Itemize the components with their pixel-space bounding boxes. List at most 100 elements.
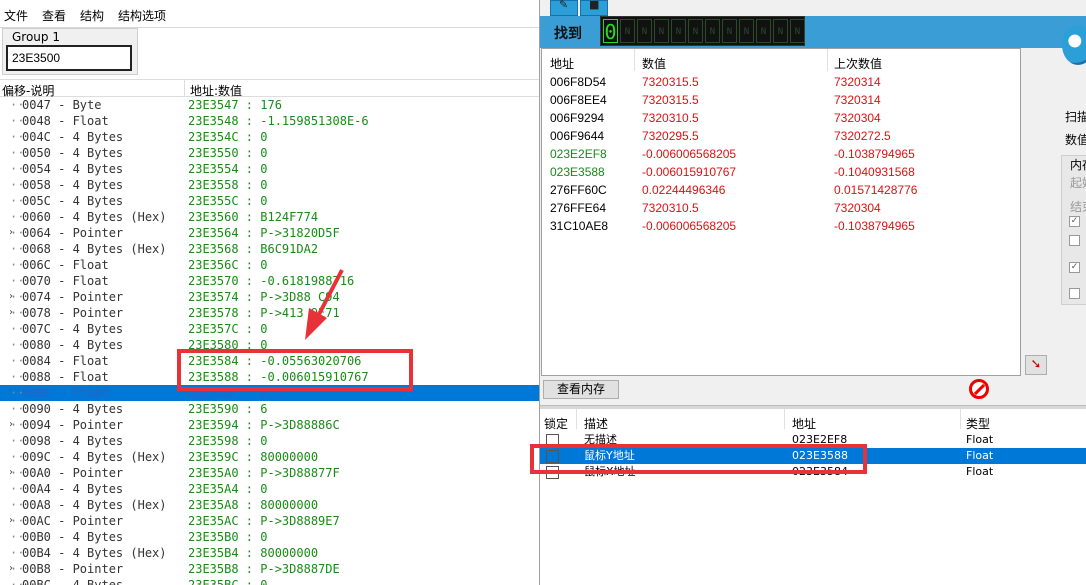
structure-row[interactable]: ·· 0058 - 4 Bytes 23E3558 : 0 (0, 177, 539, 193)
results-column-address[interactable]: 地址 (550, 55, 574, 72)
results-scrollbar[interactable] (1021, 48, 1029, 376)
option-checkbox[interactable] (1069, 288, 1080, 299)
structure-row[interactable]: ·· 0088 - Float 23E3588 : -0.006015910767 (0, 369, 539, 385)
column-divider[interactable] (784, 409, 785, 429)
address-list-row[interactable]: 无描述 023E2EF8 Float (540, 432, 1086, 448)
row-offset-description: 00BC - 4 Bytes (22, 578, 124, 585)
column-divider[interactable] (960, 409, 961, 429)
column-divider[interactable] (634, 49, 635, 71)
option-checkbox[interactable] (1069, 235, 1080, 246)
lock-checkbox[interactable] (546, 466, 559, 479)
address-list-row[interactable]: 鼠标Y地址 023E3588 Float (540, 448, 1086, 464)
structure-row[interactable]: ·· › 00AC - Pointer 23E35AC : P->3D8889E7 (0, 513, 539, 529)
result-previous: 7320272.5 (834, 129, 891, 143)
structure-row[interactable]: ·· › 0078 - Pointer 23E3578 : P->413 9E71 (0, 305, 539, 321)
structure-row[interactable]: ·· › 0064 - Pointer 23E3564 : P->31820D5F (0, 225, 539, 241)
tree-line-icon: ·· (10, 450, 25, 464)
row-offset-description: 008C - Float (22, 386, 109, 400)
results-column-previous[interactable]: 上次数值 (834, 55, 882, 72)
scan-results-list[interactable]: 地址 数值 上次数值 006F8D54 7320315.5 7320314 006F8… (541, 48, 1021, 376)
structure-row[interactable]: ·· 0090 - 4 Bytes 23E3590 : 6 (0, 401, 539, 417)
row-address-value: 23E3578 : P->413 9E71 (188, 306, 340, 320)
save-button[interactable]: ■ (580, 0, 608, 16)
cheat-column-lock[interactable]: 锁定 (544, 415, 568, 432)
expand-caret-icon[interactable]: › (8, 465, 14, 481)
column-divider[interactable] (576, 409, 577, 429)
structure-row[interactable]: ·· 0098 - 4 Bytes 23E3598 : 0 (0, 433, 539, 449)
address-list[interactable]: 锁定 描述 地址 类型 无描述 023E2EF8 Float 鼠标Y地址 023E358… (540, 409, 1086, 585)
view-memory-button[interactable]: 查看内存 (543, 380, 619, 399)
option-checkbox[interactable]: ✓ (1069, 216, 1080, 227)
structure-row[interactable]: ·· 0070 - Float 23E3570 : -0.6181988716 (0, 273, 539, 289)
row-offset-description: 0074 - Pointer (22, 290, 124, 304)
structure-row[interactable]: ·· 0068 - 4 Bytes (Hex) 23E3568 : B6C91DA2 (0, 241, 539, 257)
expand-caret-icon[interactable]: › (8, 417, 14, 433)
structure-row[interactable]: ·· 004C - 4 Bytes 23E354C : 0 (0, 129, 539, 145)
option-checkbox[interactable]: ✓ (1069, 262, 1080, 273)
result-row[interactable]: 276FFE64 7320310.5 7320304 (542, 199, 1020, 217)
entry-address: 023E3584 (792, 465, 848, 478)
menu-structure[interactable]: 结构 (80, 7, 104, 24)
lock-checkbox[interactable] (546, 450, 559, 463)
structure-row[interactable]: ·· 00BC - 4 Bytes 23E35BC : 0 (0, 577, 539, 585)
column-divider[interactable] (184, 80, 185, 97)
row-offset-description: 00B8 - Pointer (22, 562, 124, 576)
structure-row[interactable]: ·· 006C - Float 23E356C : 0 (0, 257, 539, 273)
expand-caret-icon[interactable]: › (8, 561, 14, 577)
structure-row[interactable]: ·· 0060 - 4 Bytes (Hex) 23E3560 : B124F774 (0, 209, 539, 225)
structure-row[interactable]: ·· 0054 - 4 Bytes 23E3554 : 0 (0, 161, 539, 177)
address-list-row[interactable]: 鼠标X地址 023E3584 Float (540, 464, 1086, 480)
tree-line-icon: ·· (10, 370, 25, 384)
expand-caret-icon[interactable]: › (8, 225, 14, 241)
open-button[interactable]: ✎ (550, 0, 578, 16)
settings-orb-icon[interactable] (1062, 25, 1086, 65)
structure-row[interactable]: ·· 0048 - Float 23E3548 : -1.159851308E-6 (0, 113, 539, 129)
cheat-column-type[interactable]: 类型 (966, 415, 990, 432)
result-row[interactable]: 023E3588 -0.006015910767 -0.1040931568 (542, 163, 1020, 181)
row-address-value: 23E3598 : 0 (188, 434, 268, 448)
structure-row[interactable]: ·· 0084 - Float 23E3584 : -0.05563020706 (0, 353, 539, 369)
address-input[interactable]: 23E3500 (6, 45, 132, 71)
row-offset-description: 0054 - 4 Bytes (22, 162, 124, 176)
result-row[interactable]: 006F8D54 7320315.5 7320314 (542, 73, 1020, 91)
column-divider[interactable] (827, 49, 828, 71)
result-row[interactable]: 31C10AE8 -0.006006568205 -0.1038794965 (542, 217, 1020, 235)
structure-row[interactable]: ·· 005C - 4 Bytes 23E355C : 0 (0, 193, 539, 209)
menu-structure-options[interactable]: 结构选项 (118, 7, 166, 24)
result-row[interactable]: 006F8EE4 7320315.5 7320314 (542, 91, 1020, 109)
menu-view[interactable]: 查看 (42, 7, 66, 24)
row-address-value: 23E354C : 0 (188, 130, 268, 144)
structure-row[interactable]: ·· 00A4 - 4 Bytes 23E35A4 : 0 (0, 481, 539, 497)
structure-row[interactable]: ·· › 00A0 - Pointer 23E35A0 : P->3D88877F (0, 465, 539, 481)
expand-caret-icon[interactable]: › (8, 289, 14, 305)
menu-file[interactable]: 文件 (4, 7, 28, 24)
structure-rows: ·· 0047 - Byte 23E3547 : 176 ·· 0048 - Float… (0, 97, 539, 585)
add-to-list-arrow-icon[interactable]: ➘ (1025, 355, 1047, 375)
counter-digit-off: N (773, 19, 788, 43)
result-row[interactable]: 006F9294 7320310.5 7320304 (542, 109, 1020, 127)
expand-caret-icon[interactable]: › (8, 305, 14, 321)
structure-row[interactable]: ·· › 0094 - Pointer 23E3594 : P->3D88886C (0, 417, 539, 433)
cheat-column-description[interactable]: 描述 (584, 415, 608, 432)
cheat-column-address[interactable]: 地址 (792, 415, 816, 432)
tree-line-icon: ·· (10, 530, 25, 544)
structure-row[interactable]: ·· 008C - Float 23E358C : 0.5 (0, 385, 539, 401)
structure-row[interactable]: ·· 007C - 4 Bytes 23E357C : 0 (0, 321, 539, 337)
structure-row[interactable]: ·· 0080 - 4 Bytes 23E3580 : 0 (0, 337, 539, 353)
stop-icon[interactable] (969, 379, 989, 399)
structure-row[interactable]: ·· 0050 - 4 Bytes 23E3550 : 0 (0, 145, 539, 161)
structure-row[interactable]: ·· 00B4 - 4 Bytes (Hex) 23E35B4 : 80000000 (0, 545, 539, 561)
structure-row[interactable]: ·· 009C - 4 Bytes (Hex) 23E359C : 80000000 (0, 449, 539, 465)
structure-row[interactable]: ·· 00B0 - 4 Bytes 23E35B0 : 0 (0, 529, 539, 545)
structure-row[interactable]: ·· 0047 - Byte 23E3547 : 176 (0, 97, 539, 113)
result-row[interactable]: 006F9644 7320295.5 7320272.5 (542, 127, 1020, 145)
expand-caret-icon[interactable]: › (8, 513, 14, 529)
structure-row[interactable]: ·· › 0074 - Pointer 23E3574 : P->3D88 C94 (0, 289, 539, 305)
result-row[interactable]: 276FF60C 0.02244496346 0.01571428776 (542, 181, 1020, 199)
tree-line-icon: ·· (10, 354, 25, 368)
results-column-value[interactable]: 数值 (642, 55, 666, 72)
structure-row[interactable]: ·· 00A8 - 4 Bytes (Hex) 23E35A8 : 80000000 (0, 497, 539, 513)
structure-row[interactable]: ·· › 00B8 - Pointer 23E35B8 : P->3D8887DE (0, 561, 539, 577)
result-row[interactable]: 023E2EF8 -0.006006568205 -0.1038794965 (542, 145, 1020, 163)
lock-checkbox[interactable] (546, 434, 559, 447)
